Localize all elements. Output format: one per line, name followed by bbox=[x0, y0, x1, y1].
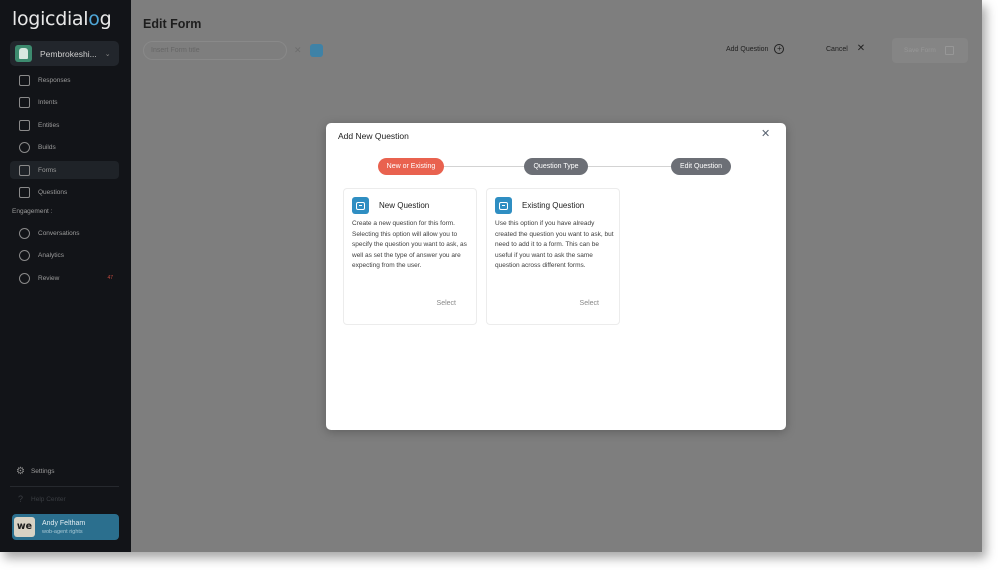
sidebar: logicdialog Pembrokeshi... ⌄ Responses I… bbox=[0, 0, 131, 552]
cancel-button[interactable]: Cancel ✕ bbox=[826, 44, 865, 54]
analytics-icon bbox=[19, 249, 30, 261]
user-name: Andy Feltham bbox=[42, 519, 86, 527]
sidebar-item-responses[interactable]: Responses bbox=[10, 71, 119, 89]
sidebar-item-settings[interactable]: ⚙ Settings bbox=[16, 466, 54, 477]
sidebar-item-intents[interactable]: Intents bbox=[10, 93, 119, 111]
clear-icon[interactable]: ✕ bbox=[294, 45, 302, 56]
avatar: we bbox=[14, 517, 35, 537]
organization-avatar-icon bbox=[15, 45, 32, 62]
intents-icon bbox=[19, 96, 30, 108]
step-edit-question: Edit Question bbox=[671, 158, 731, 175]
organization-selector[interactable]: Pembrokeshi... ⌄ bbox=[10, 41, 119, 66]
sidebar-item-label: Responses bbox=[38, 76, 71, 84]
save-icon bbox=[944, 46, 954, 55]
select-existing-question-button[interactable]: Select bbox=[580, 300, 599, 307]
confirm-title-button[interactable] bbox=[310, 44, 323, 57]
option-description: Use this option if you have already crea… bbox=[495, 220, 614, 269]
add-question-label: Add Question bbox=[726, 45, 769, 53]
builds-icon bbox=[19, 141, 30, 153]
sidebar-item-builds[interactable]: Builds bbox=[10, 138, 119, 156]
option-title: New Question bbox=[379, 201, 430, 210]
sidebar-item-questions[interactable]: Questions bbox=[10, 183, 119, 201]
plus-circle-icon: + bbox=[774, 44, 785, 54]
option-description: Create a new question for this form. Sel… bbox=[352, 220, 467, 269]
help-center-link[interactable]: ? Help Center bbox=[18, 494, 66, 504]
step-new-or-existing: New or Existing bbox=[378, 158, 444, 175]
sidebar-item-label: Intents bbox=[38, 98, 58, 106]
organization-name: Pembrokeshi... bbox=[40, 48, 97, 59]
sidebar-item-forms[interactable]: Forms bbox=[10, 161, 119, 179]
sidebar-item-analytics[interactable]: Analytics bbox=[10, 246, 119, 264]
sidebar-item-label: Builds bbox=[38, 143, 56, 151]
new-question-icon bbox=[352, 197, 369, 214]
form-title-input[interactable] bbox=[143, 41, 287, 60]
review-icon bbox=[19, 272, 30, 284]
chevron-down-icon: ⌄ bbox=[104, 50, 111, 58]
modal-title: Add New Question bbox=[338, 131, 409, 141]
add-question-button[interactable]: Add Question + bbox=[726, 44, 785, 54]
user-role: wob-agent rights bbox=[42, 528, 83, 535]
help-icon: ? bbox=[18, 494, 24, 504]
sidebar-divider bbox=[10, 486, 119, 487]
sidebar-item-label: Settings bbox=[30, 468, 55, 475]
forms-icon bbox=[19, 164, 30, 176]
settings-icon: ⚙ bbox=[16, 466, 25, 477]
new-question-option[interactable]: New Question Create a new question for t… bbox=[343, 188, 477, 325]
step-question-type: Question Type bbox=[524, 158, 588, 175]
help-center-label: Help Center bbox=[31, 495, 66, 503]
user-info: Andy Feltham wob-agent rights bbox=[42, 520, 85, 535]
review-count-badge: 47 bbox=[107, 275, 113, 281]
option-title: Existing Question bbox=[522, 201, 585, 210]
page-title: Edit Form bbox=[143, 17, 202, 31]
sidebar-item-label: Entities bbox=[38, 121, 60, 129]
cancel-label: Cancel bbox=[826, 45, 848, 53]
entities-icon bbox=[19, 119, 30, 131]
existing-question-icon bbox=[495, 197, 512, 214]
sidebar-item-label: Questions bbox=[38, 188, 68, 196]
responses-icon bbox=[19, 74, 30, 86]
stepper-connector bbox=[584, 166, 674, 167]
save-form-label: Save Form bbox=[904, 47, 936, 54]
sidebar-item-label: Review bbox=[38, 274, 60, 282]
user-profile-card[interactable]: we Andy Feltham wob-agent rights bbox=[12, 514, 119, 540]
sidebar-item-entities[interactable]: Entities bbox=[10, 116, 119, 134]
app-window: logicdialog Pembrokeshi... ⌄ Responses I… bbox=[0, 0, 982, 552]
sidebar-item-label: Analytics bbox=[38, 251, 65, 259]
add-question-modal: Add New Question ✕ New or Existing Quest… bbox=[326, 123, 786, 430]
engagement-section-label: Engagement : bbox=[12, 208, 53, 215]
questions-icon bbox=[19, 186, 30, 198]
conversations-icon bbox=[19, 227, 30, 239]
save-form-button[interactable]: Save Form bbox=[892, 38, 968, 63]
logo: logicdialog bbox=[12, 8, 112, 30]
sidebar-item-conversations[interactable]: Conversations bbox=[10, 224, 119, 242]
close-icon: ✕ bbox=[856, 43, 866, 54]
existing-question-option[interactable]: Existing Question Use this option if you… bbox=[486, 188, 620, 325]
sidebar-item-review[interactable]: Review 47 bbox=[10, 269, 119, 287]
sidebar-item-label: Forms bbox=[38, 166, 57, 174]
select-new-question-button[interactable]: Select bbox=[437, 300, 456, 307]
modal-close-icon[interactable]: ✕ bbox=[761, 129, 770, 140]
stepper-connector bbox=[438, 166, 528, 167]
sidebar-item-label: Conversations bbox=[38, 229, 80, 237]
